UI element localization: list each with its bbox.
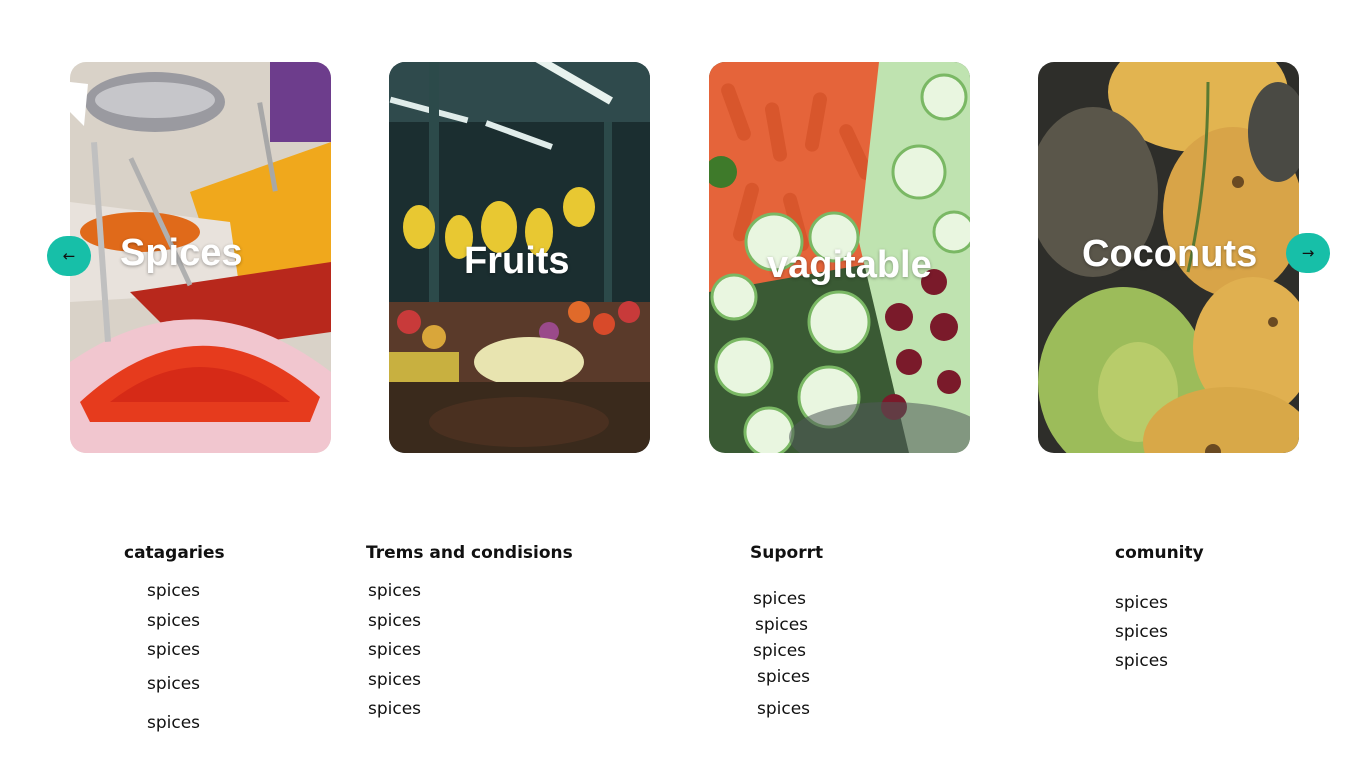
card-title: Spices <box>120 232 243 274</box>
footer-link[interactable]: spices <box>368 640 421 660</box>
card-title: vagitable <box>767 244 932 286</box>
carousel-next-button[interactable]: → <box>1286 233 1330 273</box>
footer-link[interactable]: spices <box>147 674 200 694</box>
card-title: Fruits <box>464 240 570 282</box>
category-card-coconuts[interactable]: Coconuts <box>1038 62 1299 453</box>
card-title: Coconuts <box>1082 233 1258 275</box>
footer-link[interactable]: spices <box>1115 593 1168 613</box>
footer-link[interactable]: spices <box>753 589 806 609</box>
footer-link[interactable]: spices <box>757 667 810 687</box>
footer-heading-comunity: comunity <box>1115 543 1204 563</box>
footer-link[interactable]: spices <box>368 611 421 631</box>
footer-link[interactable]: spices <box>147 640 200 660</box>
footer-link[interactable]: spices <box>147 713 200 733</box>
footer-link[interactable]: spices <box>368 670 421 690</box>
carousel-prev-button[interactable]: ← <box>47 236 91 276</box>
footer-heading-trems: Trems and condisions <box>366 543 573 563</box>
category-card-spices[interactable]: Spices <box>70 62 331 453</box>
footer-link[interactable]: spices <box>147 611 200 631</box>
footer-link[interactable]: spices <box>1115 622 1168 642</box>
footer-link[interactable]: spices <box>1115 651 1168 671</box>
arrow-right-icon: → <box>1301 244 1315 262</box>
category-card-vagitable[interactable]: vagitable <box>709 62 970 453</box>
category-card-fruits[interactable]: Fruits <box>389 62 650 453</box>
footer-link[interactable]: spices <box>757 699 810 719</box>
footer-heading-suporrt: Suporrt <box>750 543 824 563</box>
arrow-left-icon: ← <box>62 247 76 265</box>
footer-link[interactable]: spices <box>755 615 808 635</box>
footer-link[interactable]: spices <box>147 581 200 601</box>
footer-link[interactable]: spices <box>368 581 421 601</box>
footer-link[interactable]: spices <box>368 699 421 719</box>
footer-link[interactable]: spices <box>753 641 806 661</box>
footer-heading-catagaries: catagaries <box>124 543 225 563</box>
